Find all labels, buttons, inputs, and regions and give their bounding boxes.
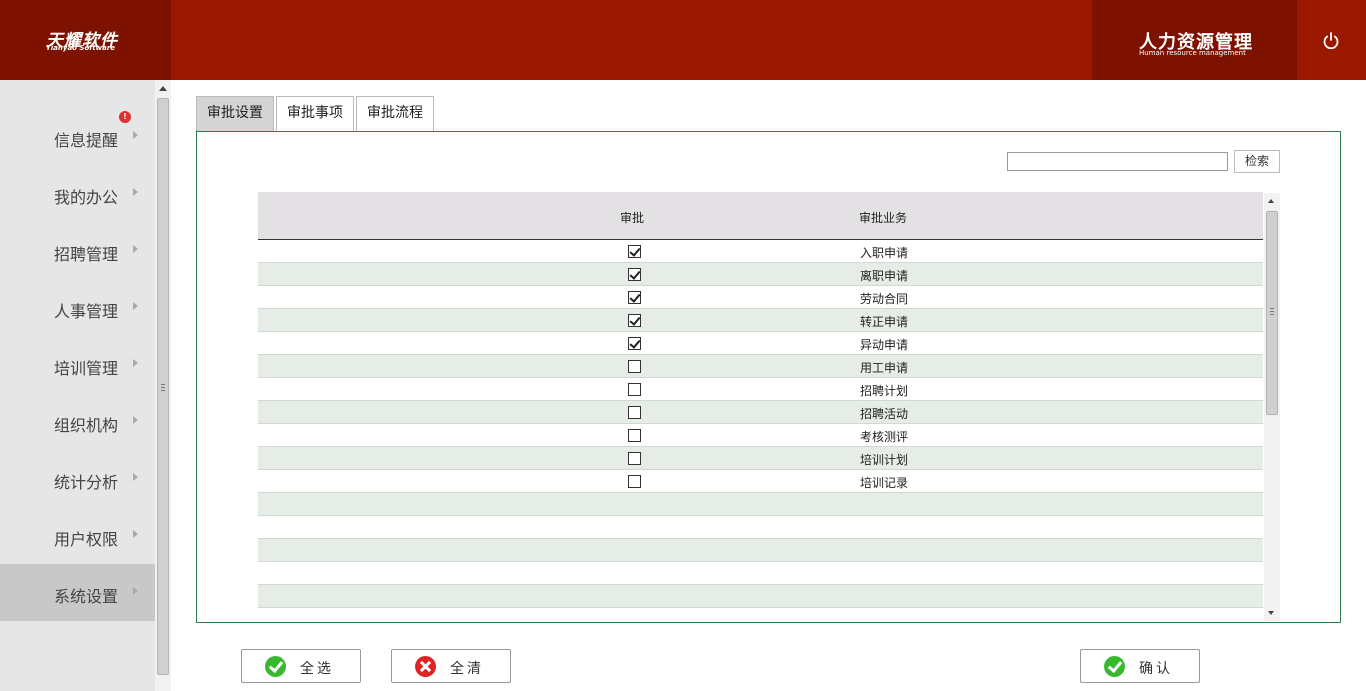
checkbox-checked[interactable] [628, 314, 641, 327]
logo: 天耀软件 Tianyao Software [0, 0, 171, 80]
business-name: 异动申请 [860, 338, 909, 352]
search-button[interactable]: 检索 [1234, 150, 1280, 173]
x-circle-icon [415, 656, 436, 677]
tab-approval-items[interactable]: 审批事项 [276, 96, 354, 131]
chevron-right-icon [133, 188, 138, 196]
sidebar-item-label: 培训管理 [54, 359, 119, 378]
business-name: 招聘活动 [860, 407, 909, 421]
table-row: 培训记录 [258, 470, 1263, 493]
sidebar-item-label: 用户权限 [54, 530, 119, 549]
chevron-right-icon [133, 302, 138, 310]
select-all-button[interactable]: 全选 [241, 649, 361, 683]
scroll-thumb[interactable] [1266, 211, 1278, 415]
business-name: 劳动合同 [860, 292, 909, 306]
sidebar-item-recruitment[interactable]: 招聘管理 [0, 222, 155, 279]
table-row: 考核测评 [258, 424, 1263, 447]
sidebar-item-organization[interactable]: 组织机构 [0, 393, 155, 450]
clear-all-button[interactable]: 全清 [391, 649, 511, 683]
table-row [258, 516, 1263, 539]
approval-grid: 审批 审批业务 入职申请离职申请劳动合同转正申请异动申请用工申请招聘计划招聘活动… [258, 192, 1263, 622]
check-circle-icon [265, 656, 286, 677]
business-name: 用工申请 [860, 361, 909, 375]
checkbox-checked[interactable] [628, 245, 641, 258]
chevron-right-icon [133, 530, 138, 538]
table-row: 离职申请 [258, 263, 1263, 286]
checkbox-unchecked[interactable] [628, 429, 641, 442]
sidebar-item-label: 我的办公 [54, 188, 119, 207]
column-header-approve: 审批 [620, 211, 645, 225]
checkbox-unchecked[interactable] [628, 360, 641, 373]
column-header-business: 审批业务 [859, 211, 908, 225]
scroll-thumb[interactable] [157, 98, 169, 675]
confirm-label: 确认 [1139, 661, 1173, 677]
sidebar-item-statistics[interactable]: 统计分析 [0, 450, 155, 507]
tab-approval-settings[interactable]: 审批设置 [196, 96, 274, 131]
main-panel: 检索 审批 审批业务 入职申请离职申请劳动合同转正申请异动申请用工申请招聘计划招… [196, 131, 1341, 623]
sidebar-item-training[interactable]: 培训管理 [0, 336, 155, 393]
business-name: 转正申请 [860, 315, 909, 329]
sidebar-item-label: 招聘管理 [54, 245, 119, 264]
clear-all-label: 全清 [450, 661, 484, 677]
table-row [258, 585, 1263, 608]
business-name: 入职申请 [860, 246, 909, 260]
power-icon[interactable] [1320, 30, 1342, 52]
chevron-right-icon [133, 587, 138, 595]
business-name: 培训记录 [860, 476, 909, 490]
checkbox-checked[interactable] [628, 291, 641, 304]
business-name: 离职申请 [860, 269, 909, 283]
checkbox-unchecked[interactable] [628, 452, 641, 465]
sidebar: 信息提醒! 我的办公招聘管理人事管理培训管理组织机构统计分析用户权限系统设置 [0, 80, 155, 691]
system-subtitle: Human resource management [1139, 49, 1246, 57]
table-row: 入职申请 [258, 240, 1263, 263]
select-all-label: 全选 [300, 661, 334, 677]
confirm-button[interactable]: 确认 [1080, 649, 1200, 683]
chevron-right-icon [133, 245, 138, 253]
business-name: 考核测评 [860, 430, 909, 444]
logo-subtitle: Tianyao Software [46, 44, 116, 52]
sidebar-item-label: 人事管理 [54, 302, 119, 321]
business-name: 招聘计划 [860, 384, 909, 398]
table-row: 招聘计划 [258, 378, 1263, 401]
scroll-up-icon[interactable] [1268, 199, 1274, 203]
table-row: 培训计划 [258, 447, 1263, 470]
table-row: 劳动合同 [258, 286, 1263, 309]
sidebar-item-my-office[interactable]: 我的办公 [0, 165, 155, 222]
table-row: 异动申请 [258, 332, 1263, 355]
sidebar-item-user-permissions[interactable]: 用户权限 [0, 507, 155, 564]
business-name: 培训计划 [860, 453, 909, 467]
checkbox-checked[interactable] [628, 337, 641, 350]
sidebar-item-notifications[interactable]: 信息提醒! [0, 108, 155, 165]
top-header: 天耀软件 Tianyao Software 人力资源管理 Human resou… [0, 0, 1366, 80]
sidebar-item-personnel[interactable]: 人事管理 [0, 279, 155, 336]
notification-badge: ! [119, 111, 131, 123]
table-row: 用工申请 [258, 355, 1263, 378]
chevron-right-icon [133, 131, 138, 139]
sidebar-item-label: 信息提醒 [54, 131, 119, 150]
table-row: 招聘活动 [258, 401, 1263, 424]
system-name-box: 人力资源管理 Human resource management [1092, 0, 1297, 80]
scroll-up-icon[interactable] [159, 86, 167, 91]
sidebar-scrollbar[interactable] [155, 80, 171, 691]
table-row: 转正申请 [258, 309, 1263, 332]
checkbox-unchecked[interactable] [628, 406, 641, 419]
sidebar-item-label: 系统设置 [54, 587, 119, 606]
checkbox-checked[interactable] [628, 268, 641, 281]
table-row [258, 562, 1263, 585]
checkbox-unchecked[interactable] [628, 475, 641, 488]
table-row [258, 493, 1263, 516]
chevron-right-icon [133, 359, 138, 367]
checkbox-unchecked[interactable] [628, 383, 641, 396]
sidebar-item-label: 组织机构 [54, 416, 119, 435]
scroll-down-icon[interactable] [1268, 611, 1274, 615]
chevron-right-icon [133, 416, 138, 424]
check-circle-icon [1104, 656, 1125, 677]
chevron-right-icon [133, 473, 138, 481]
tab-approval-flow[interactable]: 审批流程 [356, 96, 434, 131]
grid-header: 审批 审批业务 [258, 192, 1263, 240]
grid-scrollbar[interactable] [1264, 193, 1280, 621]
sidebar-item-system-settings[interactable]: 系统设置 [0, 564, 155, 621]
sidebar-item-label: 统计分析 [54, 473, 119, 492]
search-input[interactable] [1007, 152, 1228, 171]
table-row [258, 539, 1263, 562]
